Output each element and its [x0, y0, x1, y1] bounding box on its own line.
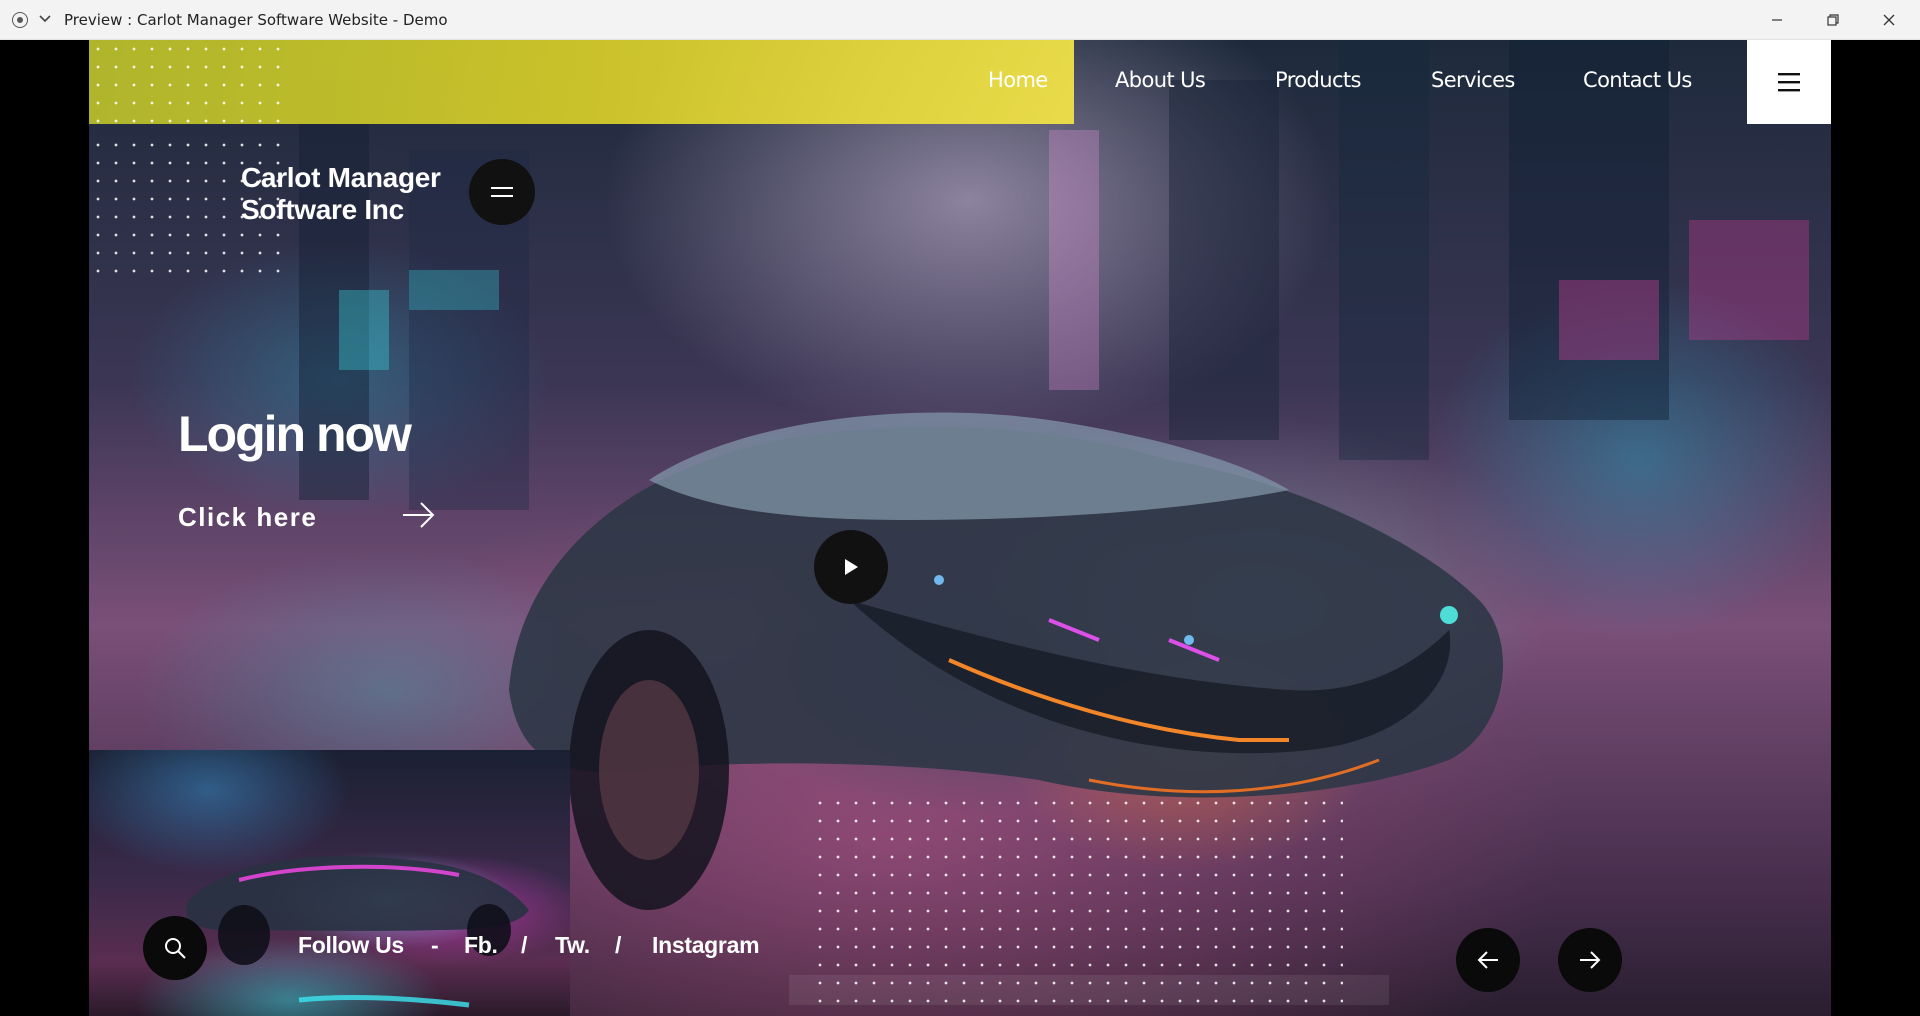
next-slide-button[interactable] [1558, 928, 1622, 992]
arrow-right-icon [1580, 951, 1601, 969]
link-separator: / [521, 932, 528, 958]
nav-about-us[interactable]: About Us [1115, 68, 1206, 92]
hamburger-icon [1778, 73, 1800, 92]
minimize-icon[interactable] [1754, 0, 1800, 40]
nav-contact-us[interactable]: Contact Us [1583, 68, 1692, 92]
restore-icon[interactable] [1810, 0, 1856, 40]
facebook-link[interactable]: Fb. [464, 932, 498, 959]
play-icon [845, 559, 858, 575]
main-nav: Home About Us Products Services Contact … [89, 40, 1744, 124]
equals-menu-icon [491, 187, 513, 197]
click-here-link[interactable]: Click here [178, 502, 317, 533]
chevron-down-icon[interactable] [38, 12, 52, 26]
hero-section: Home About Us Products Services Contact … [89, 40, 1831, 1016]
menu-button[interactable] [1747, 40, 1831, 124]
arrow-right-icon[interactable] [401, 500, 437, 530]
record-icon[interactable] [12, 12, 28, 28]
hero-title: Login now [178, 406, 412, 462]
brand-menu-button[interactable] [469, 159, 535, 225]
follow-us-label: Follow Us [298, 932, 404, 958]
nav-products[interactable]: Products [1275, 68, 1361, 92]
page-viewport: Home About Us Products Services Contact … [0, 40, 1920, 1016]
brand-line-2: Software Inc [241, 194, 404, 225]
arrow-left-icon [1477, 951, 1498, 969]
dot-pattern [811, 794, 1343, 1016]
close-icon[interactable] [1866, 0, 1912, 40]
link-separator: / [615, 932, 622, 958]
brand-name: Carlot Manager Software Inc [241, 162, 441, 226]
window-title: Preview : Carlot Manager Software Websit… [64, 11, 448, 29]
window-titlebar: Preview : Carlot Manager Software Websit… [0, 0, 1920, 40]
twitter-link[interactable]: Tw. [555, 932, 590, 959]
instagram-link[interactable]: Instagram [652, 932, 760, 959]
nav-services[interactable]: Services [1431, 68, 1515, 92]
previous-slide-button[interactable] [1456, 928, 1520, 992]
follow-separator: - [431, 932, 439, 958]
search-icon [165, 938, 186, 959]
play-video-button[interactable] [814, 530, 888, 604]
brand-line-1: Carlot Manager [241, 162, 441, 193]
nav-home[interactable]: Home [988, 68, 1048, 92]
search-button[interactable] [143, 916, 207, 980]
